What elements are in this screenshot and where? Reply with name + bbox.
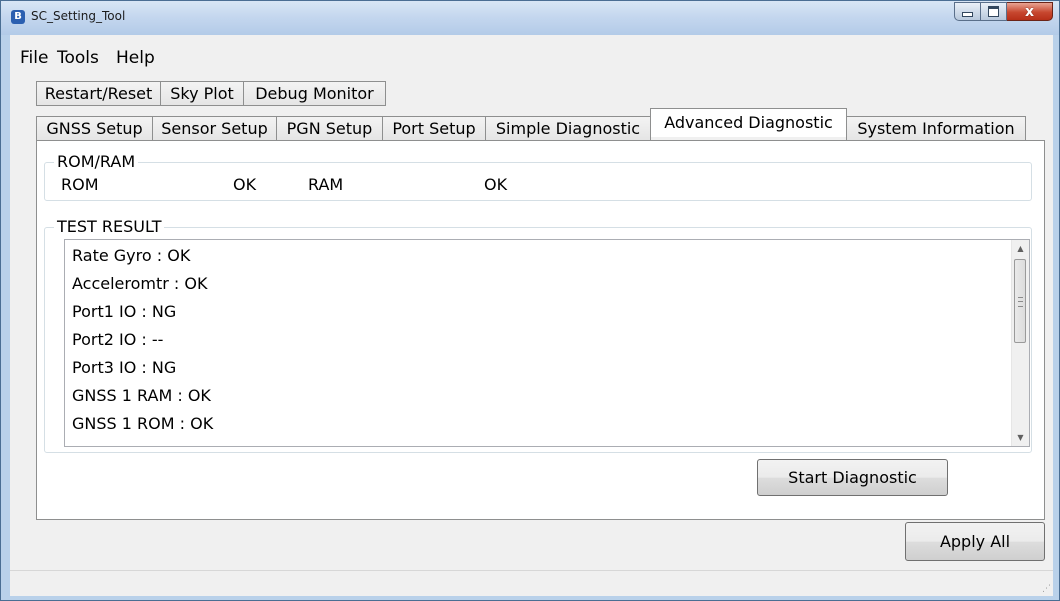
tab-restart-reset[interactable]: Restart/Reset <box>36 81 161 106</box>
tab-simple-diagnostic[interactable]: Simple Diagnostic <box>485 116 651 141</box>
vertical-scrollbar[interactable]: ▲ ▼ <box>1011 240 1029 446</box>
menu-bar: File Tools Help <box>10 35 1053 75</box>
tab-sensor-setup[interactable]: Sensor Setup <box>152 116 277 141</box>
window-title: SC_Setting_Tool <box>31 9 126 23</box>
list-item: GNSS 1 ROM : OK <box>72 414 214 433</box>
tab-system-information[interactable]: System Information <box>846 116 1026 141</box>
scroll-up-icon[interactable]: ▲ <box>1012 240 1029 257</box>
window-controls: x <box>954 2 1053 22</box>
menu-help[interactable]: Help <box>116 48 155 68</box>
tab-debug-monitor[interactable]: Debug Monitor <box>243 81 386 106</box>
rom-label: ROM <box>61 175 99 194</box>
rom-ram-title: ROM/RAM <box>54 152 139 171</box>
list-item: Acceleromtr : OK <box>72 274 208 293</box>
maximize-button[interactable] <box>981 2 1007 21</box>
minimize-button[interactable] <box>954 2 981 21</box>
menu-tools[interactable]: Tools <box>57 48 99 68</box>
list-item: Port2 IO : -- <box>72 330 164 349</box>
apply-all-button[interactable]: Apply All <box>905 522 1045 561</box>
test-result-list[interactable]: Rate Gyro : OK Acceleromtr : OK Port1 IO… <box>64 239 1030 447</box>
tab-pgn-setup[interactable]: PGN Setup <box>276 116 383 141</box>
tab-gnss-setup[interactable]: GNSS Setup <box>36 116 153 141</box>
list-item: GNSS 1 RAM : OK <box>72 386 211 405</box>
start-diagnostic-button[interactable]: Start Diagnostic <box>757 459 948 496</box>
ram-status: OK <box>484 175 508 194</box>
tab-port-setup[interactable]: Port Setup <box>382 116 486 141</box>
maximize-icon <box>988 6 999 17</box>
status-bar: ⋰ <box>10 570 1053 596</box>
list-item: Port3 IO : NG <box>72 358 177 377</box>
tab-sky-plot[interactable]: Sky Plot <box>160 81 244 106</box>
app-icon: B <box>11 10 25 24</box>
rom-ram-group: ROM/RAM ROM OK RAM OK <box>44 152 1032 201</box>
size-grip-icon[interactable]: ⋰ <box>1042 585 1051 594</box>
close-icon: x <box>1024 3 1035 20</box>
tab-advanced-diagnostic[interactable]: Advanced Diagnostic <box>650 108 847 137</box>
scroll-thumb[interactable] <box>1014 259 1026 343</box>
client-area: File Tools Help Restart/Reset Sky Plot D… <box>10 35 1053 596</box>
minimize-icon <box>962 12 973 17</box>
menu-file[interactable]: File <box>20 48 48 68</box>
list-item: Rate Gyro : OK <box>72 246 191 265</box>
app-window: B SC_Setting_Tool x File Tools Help Rest… <box>0 0 1060 601</box>
advanced-diagnostic-panel: ROM/RAM ROM OK RAM OK TEST RESULT Rate G… <box>36 140 1045 520</box>
rom-status: OK <box>233 175 257 194</box>
scroll-down-icon[interactable]: ▼ <box>1012 429 1029 446</box>
ram-label: RAM <box>308 175 344 194</box>
list-item: Port1 IO : NG <box>72 302 177 321</box>
test-result-group: TEST RESULT Rate Gyro : OK Acceleromtr :… <box>44 217 1032 453</box>
test-result-title: TEST RESULT <box>54 217 165 236</box>
grip-icon <box>1018 297 1023 307</box>
close-button[interactable]: x <box>1007 2 1053 21</box>
title-bar[interactable]: B SC_Setting_Tool x <box>1 1 1059 35</box>
